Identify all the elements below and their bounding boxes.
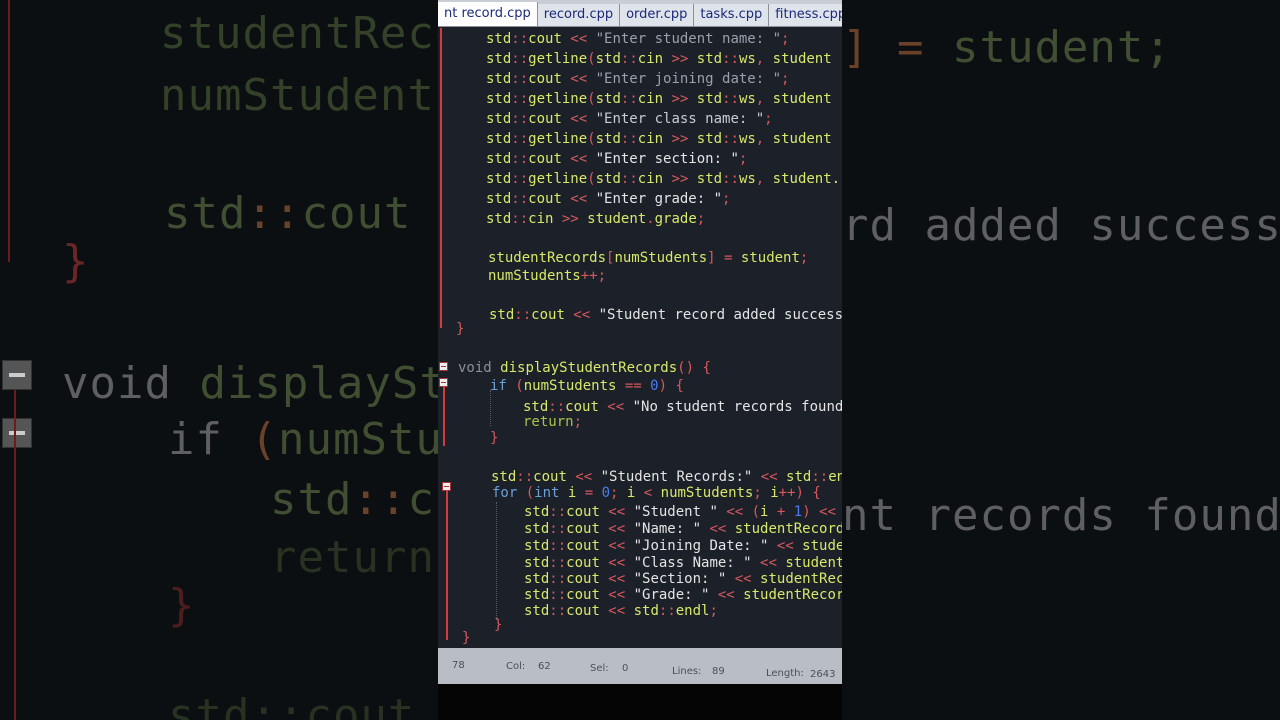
status-length-label: Length:: [766, 668, 804, 679]
code-line: studentRecords[numStudents] = student;: [488, 250, 809, 266]
code-line: std::cout << "Joining Date: " << student: [524, 538, 842, 554]
code-line: std::getline(std::cin >> std::ws, studen…: [486, 51, 832, 67]
status-line: 78: [452, 660, 465, 671]
bg-text: void displaySt: [62, 358, 438, 409]
bg-text: std::cout: [168, 690, 416, 720]
bg-text: nt records found.: [842, 490, 1280, 541]
code-line: for (int i = 0; i < numStudents; i++) {: [492, 485, 821, 501]
fold-range: [440, 28, 442, 328]
status-sel-label: Sel:: [590, 663, 609, 674]
fold-icon: [2, 418, 32, 448]
fold-range: [446, 490, 448, 640]
code-line: std::getline(std::cin >> std::ws, studen…: [486, 91, 832, 107]
code-line: std::cout << "Enter student name: ";: [486, 31, 790, 47]
tab-tasks[interactable]: tasks.cpp: [694, 4, 770, 26]
background-blur-left: studentReco numStudents std::cout < } vo…: [0, 0, 438, 720]
background-blur-right: ] = student; rd added successf nt record…: [842, 0, 1280, 720]
status-lines-label: Lines:: [672, 666, 702, 677]
tab-order[interactable]: order.cpp: [620, 4, 695, 26]
code-line: }: [462, 630, 471, 646]
indent-guide: [490, 390, 491, 426]
bg-text: return;: [270, 532, 438, 583]
code-area[interactable]: std::cout << "Enter student name: "; std…: [438, 28, 842, 648]
code-line: std::getline(std::cin >> std::ws, studen…: [486, 171, 841, 187]
indent-guide: [496, 502, 497, 620]
fold-collapse-icon[interactable]: [439, 362, 448, 371]
status-col-label: Col:: [506, 661, 526, 672]
code-line: std::cout << std::endl;: [524, 603, 718, 619]
code-line: }: [494, 617, 503, 633]
code-line: return;: [523, 414, 583, 430]
status-sel: 0: [622, 663, 629, 674]
code-line: std::cout << "Enter joining date: ";: [486, 71, 790, 87]
bg-text: }: [62, 236, 90, 287]
tab-fitness[interactable]: fitness.cpp: [769, 4, 842, 26]
code-line: std::cin >> student.grade;: [486, 211, 706, 227]
code-line: numStudents++;: [488, 268, 607, 284]
bg-text: std::cout <: [164, 188, 412, 239]
bg-text: rd added successf: [842, 200, 1280, 251]
code-line: }: [490, 430, 499, 446]
code-line: std::cout << "Enter section: ";: [486, 151, 748, 167]
status-bar: 78 Col: 62 Sel: 0 Lines: 89 Length: 2643: [438, 648, 842, 684]
bg-text: if (numStud: [168, 414, 438, 465]
bg-text: ] = student;: [842, 22, 1172, 73]
tab-record[interactable]: record.cpp: [537, 4, 621, 26]
code-editor[interactable]: nt record.cpp record.cpp order.cpp tasks…: [438, 0, 842, 684]
bg-text: }: [168, 580, 196, 631]
bg-text: std::co: [270, 474, 438, 525]
code-line: if (numStudents == 0) {: [490, 378, 684, 394]
fold-icon: [2, 360, 32, 390]
code-line: std::getline(std::cin >> std::ws, studen…: [486, 131, 832, 147]
status-length: 2643: [810, 669, 836, 680]
code-line: std::cout << "Enter class name: ";: [486, 111, 773, 127]
status-col: 62: [538, 661, 551, 672]
bg-text: numStudents: [160, 70, 438, 121]
bg-text: studentReco: [160, 8, 438, 59]
tab-bar: nt record.cpp record.cpp order.cpp tasks…: [438, 0, 842, 27]
code-line: std::cout << "Name: " << studentRecords[: [524, 521, 842, 537]
code-line: std::cout << "Student record added succe…: [489, 307, 842, 323]
code-line: std::cout << "Student " << (i + 1) << ":: [524, 504, 842, 520]
code-line: void displayStudentRecords() {: [458, 360, 711, 376]
status-lines: 89: [712, 666, 725, 677]
fold-range: [443, 386, 445, 446]
code-line: std::cout << "Enter grade: ";: [486, 191, 731, 207]
tab-student-record[interactable]: nt record.cpp: [438, 2, 538, 26]
code-line: }: [456, 321, 465, 337]
screen-bezel: [438, 684, 842, 720]
